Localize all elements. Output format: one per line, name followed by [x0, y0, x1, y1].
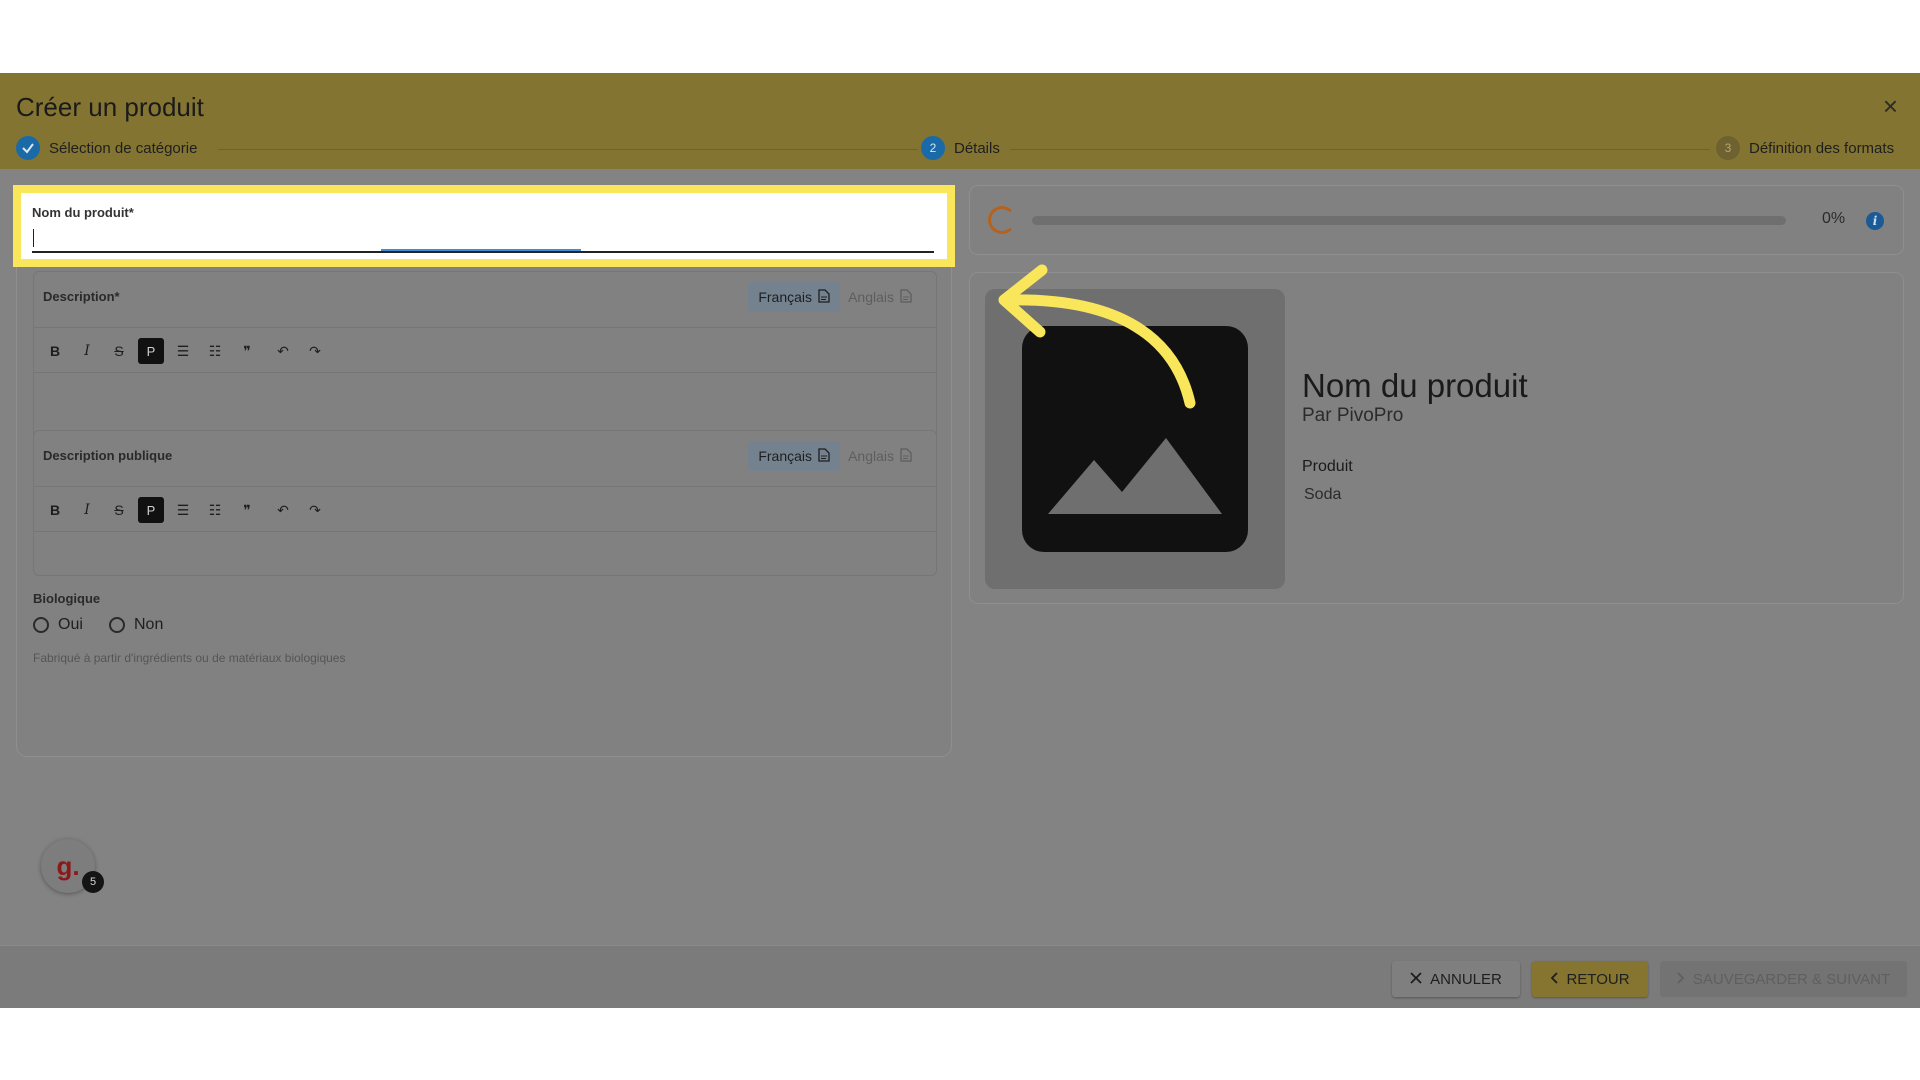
undo-icon[interactable]: ↶: [270, 497, 296, 523]
step-label: Définition des formats: [1749, 139, 1895, 157]
progress-ring-icon: [988, 206, 1016, 234]
organic-yes-option[interactable]: Oui: [33, 616, 83, 634]
preview-type-label: Produit: [1302, 458, 1353, 475]
cancel-label: ANNULER: [1430, 970, 1502, 988]
close-icon[interactable]: ×: [1883, 93, 1898, 119]
editor-header: Description* Français Anglais: [34, 272, 936, 328]
organic-help-text: Fabriqué à partir d'ingrédients ou de ma…: [33, 651, 346, 665]
quote-icon[interactable]: ❞: [234, 497, 260, 523]
step-number: 2: [921, 136, 945, 160]
paragraph-button[interactable]: P: [138, 497, 164, 523]
preview-producer: Par PivoPro: [1302, 405, 1404, 426]
bullet-list-icon[interactable]: ☰: [170, 497, 196, 523]
organic-no-option[interactable]: Non: [109, 616, 163, 634]
chevron-right-icon: [1677, 971, 1685, 988]
info-icon[interactable]: i: [1866, 212, 1884, 230]
strikethrough-button[interactable]: S: [106, 497, 132, 523]
quote-icon[interactable]: ❞: [234, 338, 260, 364]
editor-toolbar: B I S P ☰ ☷ ❞ ↶ ↷: [34, 487, 936, 532]
organic-label: Biologique: [33, 591, 101, 606]
editor-toolbar: B I S P ☰ ☷ ❞ ↶ ↷: [34, 328, 936, 373]
footer-bar: ANNULER RETOUR SAUVEGARDER & SUIVANT: [0, 945, 1920, 1008]
public-description-content[interactable]: [34, 532, 936, 575]
text-caret: [33, 229, 34, 247]
lang-label: Anglais: [848, 289, 894, 305]
step-details[interactable]: 2 Détails: [921, 136, 1000, 160]
document-icon: [818, 447, 830, 465]
app-window: Créer un produit × Sélection de catégori…: [0, 73, 1920, 1008]
step-formats[interactable]: 3 Définition des formats: [1716, 136, 1894, 160]
step-connector: [1010, 149, 1710, 150]
input-focus-indicator: [381, 249, 581, 251]
document-icon: [818, 288, 830, 306]
save-and-next-button[interactable]: SAUVEGARDER & SUIVANT: [1660, 961, 1907, 997]
progress-percent: 0%: [1822, 210, 1846, 227]
lang-tab-english[interactable]: Anglais: [838, 282, 922, 312]
cancel-button[interactable]: ANNULER: [1392, 961, 1520, 997]
public-description-editor: Description publique Français Anglais B …: [33, 430, 937, 576]
radio-button[interactable]: [33, 617, 49, 633]
lang-label: Anglais: [848, 448, 894, 464]
public-description-label: Description publique: [43, 448, 173, 463]
preview-product-name: Nom du produit: [1302, 367, 1528, 404]
product-name-label: Nom du produit*: [32, 205, 134, 220]
document-icon: [900, 288, 912, 306]
bold-button[interactable]: B: [42, 497, 68, 523]
radio-label: Non: [134, 616, 164, 633]
lang-label: Français: [758, 448, 812, 464]
notification-badge: 5: [82, 871, 104, 893]
italic-button[interactable]: I: [74, 338, 100, 364]
step-label: Sélection de catégorie: [49, 139, 198, 157]
lang-label: Français: [758, 289, 812, 305]
page-title: Créer un produit: [16, 92, 204, 122]
back-label: RETOUR: [1566, 970, 1630, 988]
editor-header: Description publique Français Anglais: [34, 431, 936, 487]
document-icon: [900, 447, 912, 465]
back-button[interactable]: RETOUR: [1532, 961, 1648, 997]
lang-tab-french[interactable]: Français: [748, 441, 840, 471]
header: Créer un produit × Sélection de catégori…: [0, 73, 1920, 169]
preview-type-value: Soda: [1304, 486, 1342, 503]
numbered-list-icon[interactable]: ☷: [202, 497, 228, 523]
italic-button[interactable]: I: [74, 497, 100, 523]
bold-button[interactable]: B: [42, 338, 68, 364]
paragraph-button[interactable]: P: [138, 338, 164, 364]
redo-icon[interactable]: ↷: [302, 338, 328, 364]
undo-icon[interactable]: ↶: [270, 338, 296, 364]
radio-button[interactable]: [109, 617, 125, 633]
product-name-field-highlight: Nom du produit*: [13, 185, 955, 267]
radio-label: Oui: [58, 616, 83, 633]
description-label: Description*: [43, 289, 120, 304]
redo-icon[interactable]: ↷: [302, 497, 328, 523]
step-category[interactable]: Sélection de catégorie: [16, 136, 197, 160]
check-icon: [16, 136, 40, 160]
step-number: 3: [1716, 136, 1740, 160]
lang-tab-french[interactable]: Français: [748, 282, 840, 312]
lang-tab-english[interactable]: Anglais: [838, 441, 922, 471]
bullet-list-icon[interactable]: ☰: [170, 338, 196, 364]
step-connector: [218, 149, 918, 150]
save-next-label: SAUVEGARDER & SUIVANT: [1692, 970, 1891, 988]
chevron-left-icon: [1550, 971, 1559, 988]
completion-progress-card: 0% i: [970, 186, 1903, 254]
numbered-list-icon[interactable]: ☷: [202, 338, 228, 364]
step-label: Détails: [954, 139, 1000, 157]
strikethrough-button[interactable]: S: [106, 338, 132, 364]
tutorial-arrow-icon: [998, 264, 1196, 409]
close-icon: [1410, 971, 1422, 988]
progress-bar: [1032, 216, 1786, 225]
